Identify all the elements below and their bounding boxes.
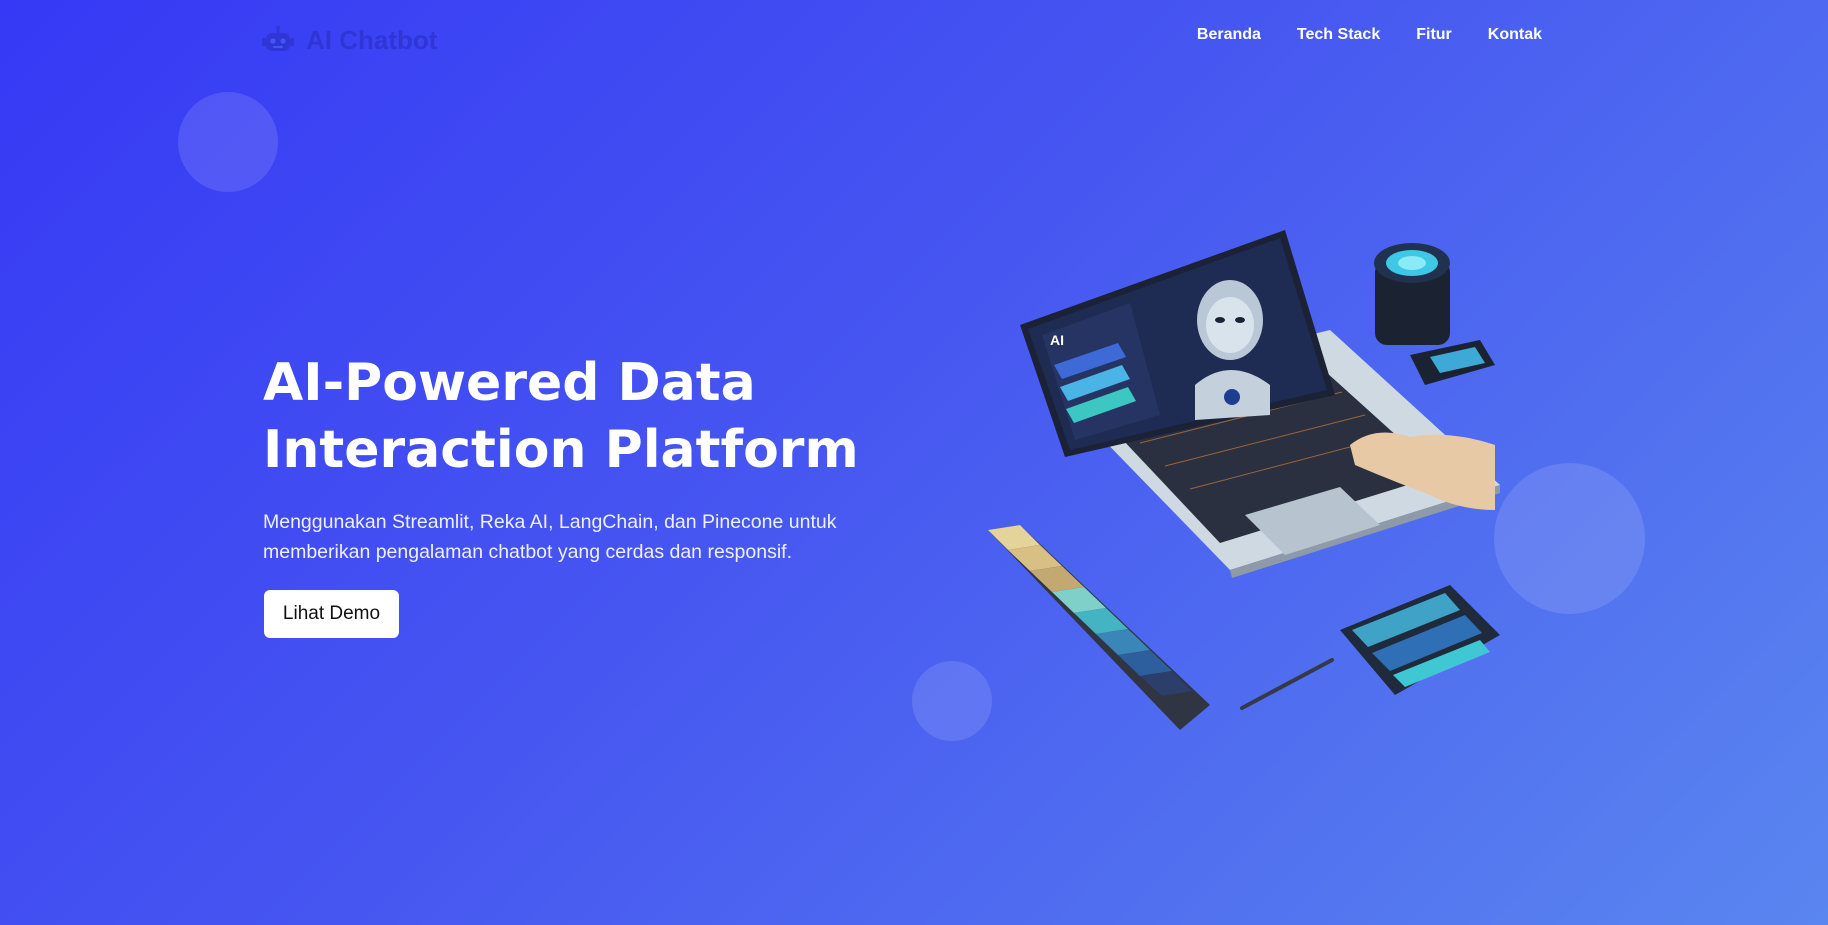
nav-link-tech-stack[interactable]: Tech Stack	[1297, 26, 1380, 44]
hero-title-line-2: Interaction Platform	[263, 420, 859, 480]
stylus	[1240, 658, 1334, 710]
svg-text:AI: AI	[1050, 332, 1064, 348]
logo[interactable]: AI Chatbot	[262, 22, 437, 58]
hero-illustration: AI	[988, 230, 1500, 730]
lihat-demo-button[interactable]: Lihat Demo	[264, 590, 399, 638]
robot-icon	[262, 26, 294, 51]
hero-title: AI-Powered Data Interaction Platform	[263, 350, 943, 484]
speaker	[1374, 243, 1495, 385]
nav-link-fitur[interactable]: Fitur	[1416, 26, 1452, 44]
nav-links: Beranda Tech Stack Fitur Kontak	[1197, 26, 1542, 44]
decor-circle	[178, 92, 278, 192]
tablet	[1340, 585, 1500, 695]
logo-text: AI Chatbot	[306, 24, 438, 55]
hero-subtitle-line-1: Menggunakan Streamlit, Reka AI, LangChai…	[263, 511, 837, 533]
decor-circle	[1494, 463, 1645, 614]
hero-subtitle: Menggunakan Streamlit, Reka AI, LangChai…	[263, 507, 843, 567]
color-swatch-strip	[988, 525, 1210, 730]
hero-subtitle-line-2: memberikan pengalaman chatbot yang cerda…	[263, 541, 792, 563]
nav-link-kontak[interactable]: Kontak	[1488, 26, 1542, 44]
nav-link-beranda[interactable]: Beranda	[1197, 26, 1261, 44]
hero-title-line-1: AI-Powered Data	[263, 353, 756, 413]
navbar: AI Chatbot Beranda Tech Stack Fitur Kont…	[0, 0, 1828, 80]
